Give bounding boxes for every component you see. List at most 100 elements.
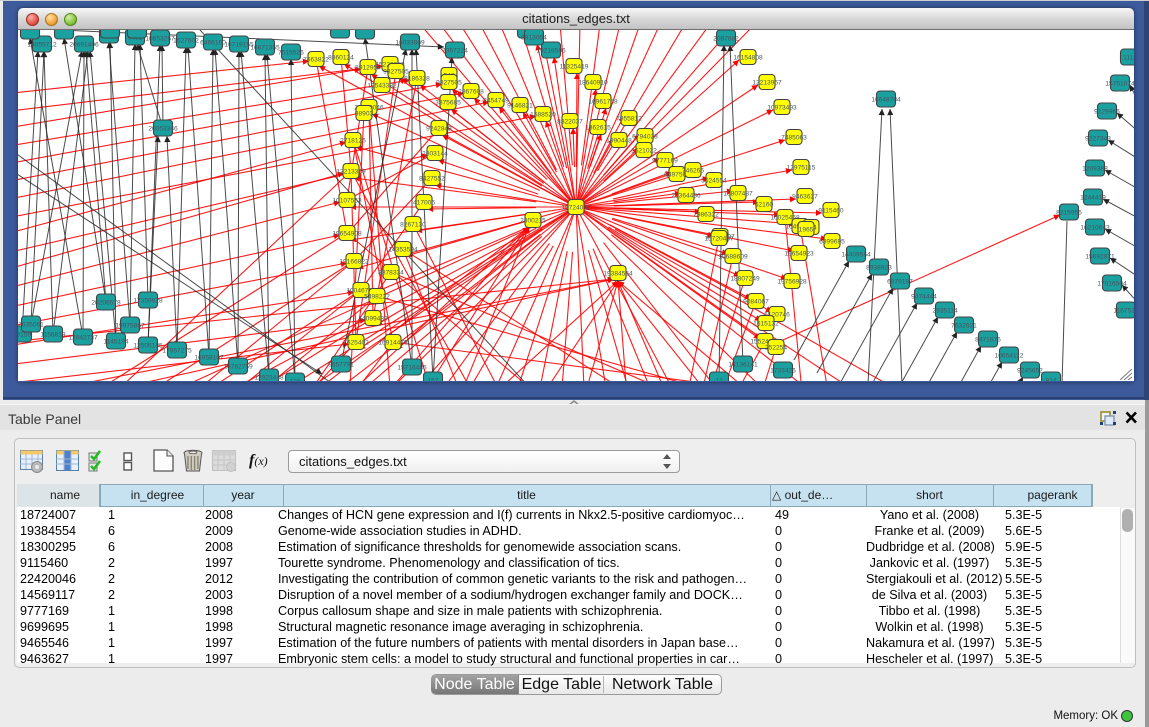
svg-text:15751074: 15751074 bbox=[1105, 81, 1134, 88]
svg-text:9227343: 9227343 bbox=[1085, 136, 1111, 143]
svg-text:8938923: 8938923 bbox=[866, 265, 892, 272]
svg-text:98903: 98903 bbox=[355, 111, 374, 118]
svg-text:16154808: 16154808 bbox=[733, 55, 763, 62]
svg-text:924: 924 bbox=[1045, 378, 1056, 381]
svg-text:12505185: 12505185 bbox=[133, 343, 163, 350]
svg-text:20053346: 20053346 bbox=[148, 126, 178, 133]
svg-text:10107553: 10107553 bbox=[332, 198, 362, 205]
svg-text:17957275: 17957275 bbox=[162, 348, 192, 355]
svg-text:2087682: 2087682 bbox=[713, 36, 739, 43]
svg-text:16914479: 16914479 bbox=[378, 340, 408, 347]
svg-text:18724007: 18724007 bbox=[561, 205, 591, 212]
svg-text:129: 129 bbox=[289, 379, 300, 381]
svg-text:12975115: 12975115 bbox=[787, 165, 816, 172]
svg-text:10807487: 10807487 bbox=[723, 191, 753, 198]
svg-text:10973493: 10973493 bbox=[767, 105, 797, 112]
svg-text:17359928: 17359928 bbox=[133, 298, 163, 305]
svg-text:16033809: 16033809 bbox=[395, 40, 425, 47]
svg-text:8878334: 8878334 bbox=[378, 270, 404, 277]
svg-text:6879197: 6879197 bbox=[887, 279, 913, 286]
svg-text:8813054: 8813054 bbox=[521, 35, 547, 42]
svg-text:18640910: 18640910 bbox=[578, 80, 608, 87]
svg-text:252254: 252254 bbox=[765, 345, 787, 352]
svg-text:10688609: 10688609 bbox=[718, 254, 748, 261]
svg-text:9242848: 9242848 bbox=[426, 126, 452, 133]
svg-text:9115460: 9115460 bbox=[818, 208, 844, 215]
svg-text:8267130: 8267130 bbox=[400, 222, 426, 229]
svg-text:19384554: 19384554 bbox=[603, 271, 633, 278]
svg-text:3624554: 3624554 bbox=[701, 178, 727, 185]
svg-text:19756928: 19756928 bbox=[777, 279, 807, 286]
svg-text:1588520: 1588520 bbox=[530, 112, 556, 119]
svg-text:16958107: 16958107 bbox=[194, 355, 224, 362]
svg-text:9474444: 9474444 bbox=[911, 294, 937, 301]
svg-text:9245652: 9245652 bbox=[1017, 368, 1043, 375]
svg-text:14099489: 14099489 bbox=[358, 316, 388, 323]
svg-text:19654908: 19654908 bbox=[332, 231, 362, 238]
svg-text:1965: 1965 bbox=[799, 227, 814, 234]
svg-text:7986322: 7986322 bbox=[693, 212, 719, 219]
svg-text:1209388: 1209388 bbox=[1082, 166, 1108, 173]
svg-text:2867608: 2867608 bbox=[458, 89, 484, 96]
svg-text:6899695: 6899695 bbox=[819, 239, 845, 246]
svg-text:15720407: 15720407 bbox=[704, 236, 734, 243]
svg-text:1990448: 1990448 bbox=[606, 138, 632, 145]
svg-text:1244419: 1244419 bbox=[1080, 195, 1106, 202]
svg-text:9827505: 9827505 bbox=[383, 69, 409, 76]
svg-text:8454749: 8454749 bbox=[483, 98, 509, 105]
svg-text:2803144: 2803144 bbox=[422, 151, 448, 158]
svg-text:1156819: 1156819 bbox=[40, 332, 66, 339]
svg-text:746266: 746266 bbox=[682, 168, 704, 175]
svg-text:7955812: 7955812 bbox=[616, 116, 642, 123]
svg-text:20206578: 20206578 bbox=[91, 300, 121, 307]
svg-text:9146821: 9146821 bbox=[507, 103, 533, 110]
svg-text:12923448: 12923448 bbox=[254, 375, 284, 381]
svg-text:19166822: 19166822 bbox=[339, 259, 369, 266]
svg-text:14055712: 14055712 bbox=[27, 42, 57, 49]
svg-text:9129966: 9129966 bbox=[1094, 109, 1120, 116]
svg-text:16782759: 16782759 bbox=[223, 364, 253, 371]
svg-text:7632621: 7632621 bbox=[951, 323, 977, 330]
svg-text:19654923: 19654923 bbox=[784, 251, 814, 258]
svg-text:1112: 1112 bbox=[1123, 55, 1134, 62]
svg-text:16210643: 16210643 bbox=[1080, 225, 1110, 232]
svg-text:2635061: 2635061 bbox=[18, 322, 44, 329]
svg-text:62160: 62160 bbox=[755, 202, 774, 209]
svg-text:1527602: 1527602 bbox=[173, 38, 199, 45]
svg-text:6466160: 6466160 bbox=[200, 40, 226, 47]
svg-text:417006: 417006 bbox=[413, 200, 435, 207]
svg-text:3875685: 3875685 bbox=[435, 100, 461, 107]
svg-text:1145194: 1145194 bbox=[103, 339, 129, 346]
svg-text:2718126: 2718126 bbox=[340, 138, 366, 145]
svg-text:5498222: 5498222 bbox=[364, 294, 390, 301]
svg-text:2300215: 2300215 bbox=[520, 218, 546, 225]
svg-text:9084067: 9084067 bbox=[743, 299, 769, 306]
svg-text:1615132: 1615132 bbox=[753, 321, 779, 328]
svg-text:1621022: 1621022 bbox=[631, 148, 657, 155]
svg-text:11325419: 11325419 bbox=[560, 64, 589, 71]
svg-text:10543382: 10543382 bbox=[367, 83, 397, 90]
svg-text:18807249: 18807249 bbox=[730, 276, 760, 283]
svg-text:15716485: 15716485 bbox=[397, 365, 427, 372]
svg-text:16648784: 16648784 bbox=[871, 97, 901, 104]
svg-text:14409554: 14409554 bbox=[841, 252, 871, 259]
svg-text:7515526: 7515526 bbox=[278, 50, 304, 57]
svg-text:6794028: 6794028 bbox=[632, 134, 658, 141]
svg-text:7625402: 7625402 bbox=[343, 340, 369, 347]
svg-text:19218506: 19218506 bbox=[536, 48, 566, 55]
svg-text:8427552: 8427552 bbox=[419, 176, 445, 183]
svg-text:20364436: 20364436 bbox=[671, 193, 701, 200]
svg-text:14353594: 14353594 bbox=[388, 247, 418, 254]
svg-text:157: 157 bbox=[427, 378, 438, 381]
svg-text:14136141: 14136141 bbox=[728, 362, 758, 369]
svg-text:39159: 39159 bbox=[18, 332, 31, 339]
svg-text:9463627: 9463627 bbox=[792, 194, 818, 201]
svg-text:9777169: 9777169 bbox=[652, 158, 678, 165]
svg-text:1733426: 1733426 bbox=[770, 368, 796, 375]
svg-text:19975867: 19975867 bbox=[115, 323, 145, 330]
svg-text:12213967: 12213967 bbox=[752, 80, 782, 87]
svg-text:10654112: 10654112 bbox=[995, 353, 1024, 360]
svg-text:7357224: 7357224 bbox=[442, 48, 468, 55]
svg-text:1362615: 1362615 bbox=[585, 125, 611, 132]
svg-text:16961758: 16961758 bbox=[588, 99, 618, 106]
